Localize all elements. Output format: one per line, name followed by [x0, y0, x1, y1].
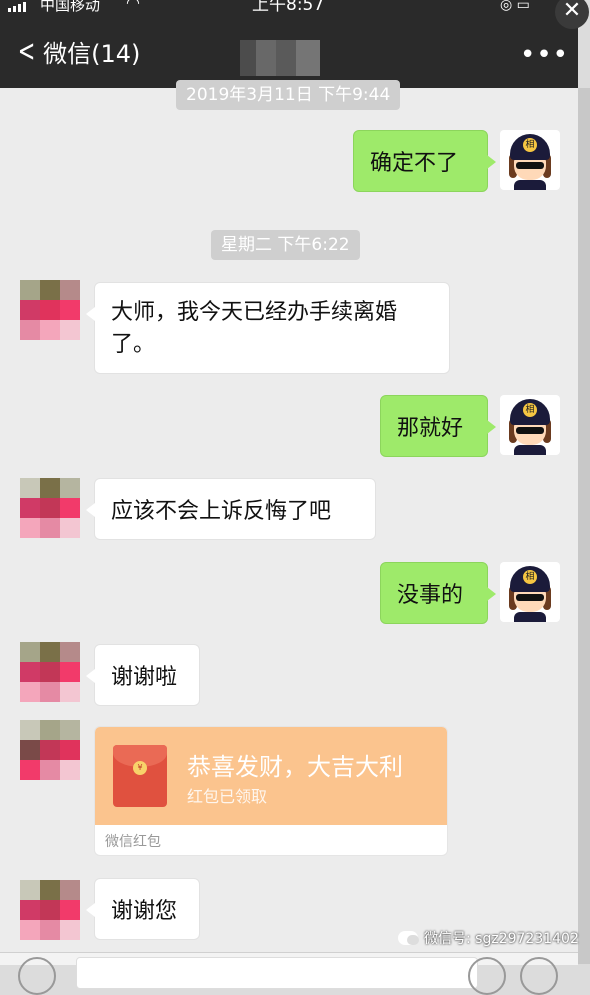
close-button[interactable]: ✕ [555, 0, 589, 29]
status-time: 上午8:57 [252, 0, 325, 15]
red-packet-footer: 微信红包 [105, 834, 161, 850]
avatar-badge: 相 [523, 403, 537, 417]
avatar[interactable] [20, 478, 80, 538]
battery-icon: ◎ ▭ [500, 0, 530, 13]
red-packet-status: 红包已领取 [187, 787, 268, 806]
red-envelope-icon: ¥ [113, 745, 167, 807]
message-text-line: 大师，我今天已经办手续离婚 [111, 300, 398, 325]
more-button[interactable]: ••• [520, 40, 569, 70]
avatar-badge: 相 [523, 570, 537, 584]
signal-icon [8, 0, 26, 12]
top-bar: 中国移动 ◠ 上午8:57 ◎ ▭ < 微信(14) ••• [0, 0, 578, 88]
back-label: 微信(14) [43, 40, 141, 68]
avatar[interactable] [20, 642, 80, 702]
voice-button[interactable] [18, 957, 56, 995]
message-bubble[interactable]: 大师，我今天已经办手续离婚 了。 [86, 282, 450, 374]
chat-title-blurred [240, 40, 320, 76]
red-packet-message[interactable]: ¥ 恭喜发财，大吉大利 红包已领取 微信红包 [94, 726, 448, 856]
avatar[interactable]: 相 [500, 562, 560, 622]
avatar[interactable] [20, 880, 80, 940]
message-bubble[interactable]: 那就好 [380, 395, 496, 457]
avatar[interactable] [20, 280, 80, 340]
back-button[interactable]: < 微信(14) [14, 33, 141, 69]
side-strip [578, 88, 590, 964]
message-bubble[interactable]: 谢谢您 [86, 878, 200, 940]
input-bar [0, 952, 578, 995]
wechat-logo-icon [398, 931, 419, 945]
plus-button[interactable] [520, 957, 558, 995]
watermark-text: 微信号: sgz297231402 [424, 931, 579, 947]
status-bar: 中国移动 ◠ 上午8:57 ◎ ▭ [0, 0, 578, 18]
chevron-left-icon: < [17, 33, 36, 69]
red-packet-title: 恭喜发财，大吉大利 [187, 753, 403, 781]
avatar-badge: 相 [523, 138, 537, 152]
message-bubble[interactable]: 确定不了 [353, 130, 496, 192]
message-bubble[interactable]: 没事的 [380, 562, 496, 624]
message-input[interactable] [76, 957, 478, 989]
avatar[interactable]: 相 [500, 130, 560, 190]
carrier-label: 中国移动 [40, 0, 101, 14]
message-bubble[interactable]: 谢谢啦 [86, 644, 200, 706]
emoji-button[interactable] [468, 957, 506, 995]
message-text-line: 了。 [111, 332, 156, 357]
avatar[interactable]: 相 [500, 395, 560, 455]
avatar[interactable] [20, 720, 80, 780]
message-bubble[interactable]: 应该不会上诉反悔了吧 [86, 478, 376, 540]
watermark: 微信号: sgz297231402 [398, 928, 579, 948]
wifi-icon: ◠ [126, 0, 140, 12]
timestamp: 2019年3月11日 下午9:44 [176, 80, 401, 110]
timestamp: 星期二 下午6:22 [211, 230, 360, 260]
